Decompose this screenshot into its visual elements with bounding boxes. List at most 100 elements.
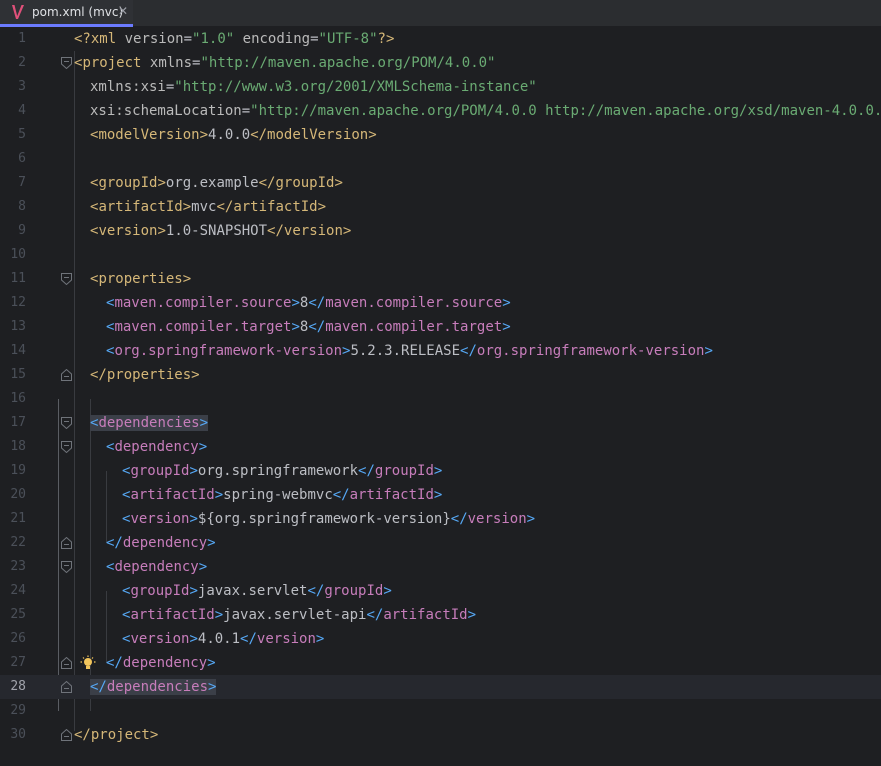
line-number: 6 [18,151,26,166]
code-line[interactable]: 18 <dependency> [0,435,881,459]
line-number: 16 [10,391,26,406]
line-number: 7 [18,175,26,190]
line-number: 3 [18,79,26,94]
line-number: 26 [10,631,26,646]
code-line[interactable]: 4 xsi:schemaLocation="http://maven.apache… [0,99,881,123]
code-text: <artifactId>spring-webmvc</artifactId> [122,487,443,503]
line-number: 20 [10,487,26,502]
fold-close-icon[interactable] [61,729,72,741]
fold-open-icon[interactable] [61,441,72,453]
tab-pom-xml[interactable]: pom.xml (mvc) ✕ [0,0,133,27]
code-text: <artifactId>mvc</artifactId> [90,199,327,215]
code-line[interactable]: 25 <artifactId>javax.servlet-api</artifac… [0,603,881,627]
line-number: 30 [10,727,26,742]
code-line[interactable]: 20 <artifactId>spring-webmvc</artifactId> [0,483,881,507]
line-number: 1 [18,31,26,46]
code-line[interactable]: 26 <version>4.0.1</version> [0,627,881,651]
fold-open-icon[interactable] [61,417,72,429]
code-line[interactable]: 28 </dependencies> [0,675,881,699]
line-number: 2 [18,55,26,70]
code-text: <version>4.0.1</version> [122,631,325,647]
line-number: 4 [18,103,26,118]
code-line[interactable]: 1 <?xml version="1.0" encoding="UTF-8"?> [0,27,881,51]
maven-icon [12,5,24,19]
line-number: 17 [10,415,26,430]
code-text: <maven.compiler.source>8</maven.compiler… [106,295,511,311]
line-number: 15 [10,367,26,382]
line-number: 18 [10,439,26,454]
code-text: </properties> [90,367,200,383]
code-line[interactable]: 27 </dependency> [0,651,881,675]
code-line[interactable]: 13 <maven.compiler.target>8</maven.compil… [0,315,881,339]
code-line[interactable]: 9 <version>1.0-SNAPSHOT</version> [0,219,881,243]
line-number: 13 [10,319,26,334]
code-text: <maven.compiler.target>8</maven.compiler… [106,319,511,335]
code-line[interactable]: 21 <version>${org.springframework-version… [0,507,881,531]
editor-tab-bar: pom.xml (mvc) ✕ [0,0,881,27]
code-line[interactable]: 29 [0,699,881,723]
code-line[interactable]: 3 xmlns:xsi="http://www.w3.org/2001/XMLSc… [0,75,881,99]
code-text: xsi:schemaLocation="http://maven.apache.… [90,103,881,119]
code-line[interactable]: 14 <org.springframework-version>5.2.3.REL… [0,339,881,363]
line-number: 28 [10,679,26,694]
line-number: 21 [10,511,26,526]
code-text: <artifactId>javax.servlet-api</artifactI… [122,607,477,623]
code-line[interactable]: 30 </project> [0,723,881,747]
code-line[interactable]: 6 [0,147,881,171]
code-text: </dependencies> [90,679,217,695]
code-text: </dependency> [106,655,216,671]
code-line[interactable]: 19 <groupId>org.springframework</groupId> [0,459,881,483]
code-line[interactable]: 23 <dependency> [0,555,881,579]
fold-close-icon[interactable] [61,537,72,549]
code-line[interactable]: 10 [0,243,881,267]
code-line[interactable]: 22 </dependency> [0,531,881,555]
line-number: 27 [10,655,26,670]
code-text: <version>${org.springframework-version}<… [122,511,536,527]
fold-open-icon[interactable] [61,273,72,285]
fold-close-icon[interactable] [61,369,72,381]
code-text: <project xmlns="http://maven.apache.org/… [74,55,496,71]
line-number: 23 [10,559,26,574]
line-number: 22 [10,535,26,550]
line-number: 5 [18,127,26,142]
code-line[interactable]: 12 <maven.compiler.source>8</maven.compil… [0,291,881,315]
code-text: <org.springframework-version>5.2.3.RELEA… [106,343,713,359]
code-line[interactable]: 11 <properties> [0,267,881,291]
lightbulb-icon[interactable] [80,655,96,671]
code-text: <groupId>org.springframework</groupId> [122,463,443,479]
line-number: 19 [10,463,26,478]
code-text: <dependencies> [90,415,209,431]
code-text: </dependency> [106,535,216,551]
line-number: 29 [10,703,26,718]
code-text: <properties> [90,271,192,287]
code-text: <version>1.0-SNAPSHOT</version> [90,223,352,239]
fold-close-icon[interactable] [61,681,72,693]
code-editor[interactable]: 1 <?xml version="1.0" encoding="UTF-8"?> 2… [0,27,881,766]
fold-close-icon[interactable] [61,657,72,669]
code-text: <modelVersion>4.0.0</modelVersion> [90,127,377,143]
code-line[interactable]: 5 <modelVersion>4.0.0</modelVersion> [0,123,881,147]
tab-label: pom.xml (mvc) [32,5,124,19]
code-line[interactable]: 15 </properties> [0,363,881,387]
code-text: <groupId>org.example</groupId> [90,175,343,191]
line-number: 10 [10,247,26,262]
code-text: <?xml version="1.0" encoding="UTF-8"?> [74,31,395,47]
line-number: 8 [18,199,26,214]
code-line[interactable]: 24 <groupId>javax.servlet</groupId> [0,579,881,603]
code-text: xmlns:xsi="http://www.w3.org/2001/XMLSch… [90,79,537,95]
code-line[interactable]: 17 <dependencies> [0,411,881,435]
line-number: 24 [10,583,26,598]
code-line[interactable]: 2 <project xmlns="http://maven.apache.org… [0,51,881,75]
code-text: <groupId>javax.servlet</groupId> [122,583,392,599]
line-number: 14 [10,343,26,358]
code-line[interactable]: 8 <artifactId>mvc</artifactId> [0,195,881,219]
code-text: <dependency> [106,439,208,455]
code-line[interactable]: 7 <groupId>org.example</groupId> [0,171,881,195]
line-number: 12 [10,295,26,310]
code-line[interactable]: 16 [0,387,881,411]
code-text: <dependency> [106,559,208,575]
close-icon[interactable]: ✕ [118,4,128,18]
fold-open-icon[interactable] [61,561,72,573]
fold-open-icon[interactable] [61,57,72,69]
code-text: </project> [74,727,159,743]
